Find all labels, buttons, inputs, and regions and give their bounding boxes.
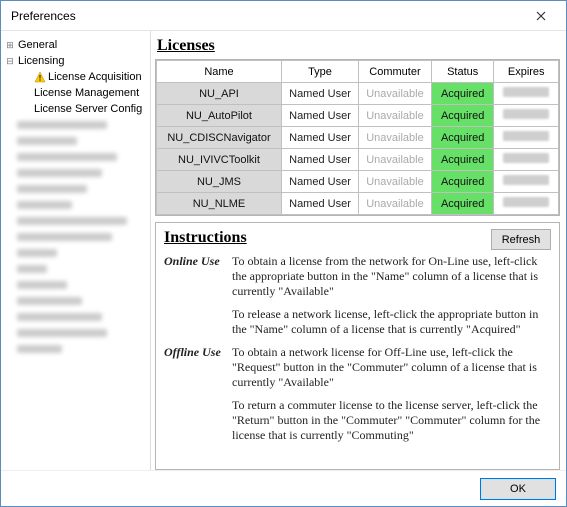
tree-item-redacted [3, 229, 148, 245]
tree-item-redacted [3, 149, 148, 165]
instruction-label [164, 307, 232, 337]
window-title: Preferences [11, 9, 76, 23]
tree-item-redacted [3, 309, 148, 325]
tree-label: Licensing [17, 53, 64, 69]
license-name-button[interactable]: NU_CDISCNavigator [157, 127, 282, 149]
col-name[interactable]: Name [157, 61, 282, 83]
tree-item-redacted [3, 261, 148, 277]
close-icon [536, 11, 546, 21]
license-type: Named User [281, 149, 358, 171]
refresh-button[interactable]: Refresh [491, 229, 551, 250]
preferences-window: Preferences ⊞ General ⊟ Licensing Licens… [0, 0, 567, 507]
license-expires [494, 105, 559, 127]
main-panel: Licenses Name Type Commuter Status [151, 31, 566, 470]
col-type[interactable]: Type [281, 61, 358, 83]
instruction-text: To return a commuter license to the lice… [232, 398, 551, 443]
ok-button[interactable]: OK [480, 478, 556, 500]
instructions-panel: Instructions Refresh Online UseTo obtain… [155, 222, 560, 470]
col-commuter[interactable]: Commuter [359, 61, 432, 83]
tree-item-redacted [3, 213, 148, 229]
col-status[interactable]: Status [431, 61, 493, 83]
license-expires [494, 193, 559, 215]
license-status: Acquired [431, 149, 493, 171]
table-row: NU_IVIVCToolkitNamed UserUnavailableAcqu… [157, 149, 559, 171]
instruction-row: To return a commuter license to the lice… [164, 398, 551, 443]
license-type: Named User [281, 83, 358, 105]
license-commuter: Unavailable [359, 149, 432, 171]
instruction-label [164, 398, 232, 443]
license-status: Acquired [431, 193, 493, 215]
license-status: Acquired [431, 127, 493, 149]
license-type: Named User [281, 105, 358, 127]
tree-item-redacted [3, 165, 148, 181]
tree-label: License Management [33, 85, 139, 101]
table-row: NU_AutoPilotNamed UserUnavailableAcquire… [157, 105, 559, 127]
tree-item-license-management[interactable]: License Management [3, 85, 148, 101]
nav-tree: ⊞ General ⊟ Licensing License Acquisitio… [1, 31, 151, 470]
col-expires[interactable]: Expires [494, 61, 559, 83]
licenses-table: Name Type Commuter Status Expires NU_API… [156, 60, 559, 215]
tree-item-redacted [3, 293, 148, 309]
tree-item-redacted [3, 277, 148, 293]
license-name-button[interactable]: NU_API [157, 83, 282, 105]
table-row: NU_JMSNamed UserUnavailableAcquired [157, 171, 559, 193]
instruction-label: Online Use [164, 254, 232, 299]
tree-item-redacted [3, 133, 148, 149]
table-row: NU_APINamed UserUnavailableAcquired [157, 83, 559, 105]
license-commuter: Unavailable [359, 171, 432, 193]
warning-icon [33, 70, 47, 84]
table-row: NU_NLMENamed UserUnavailableAcquired [157, 193, 559, 215]
table-header-row: Name Type Commuter Status Expires [157, 61, 559, 83]
license-commuter: Unavailable [359, 127, 432, 149]
tree-item-license-acquisition[interactable]: License Acquisition [3, 69, 148, 85]
license-type: Named User [281, 171, 358, 193]
licenses-scroll[interactable]: Name Type Commuter Status Expires NU_API… [156, 60, 559, 215]
license-status: Acquired [431, 83, 493, 105]
close-button[interactable] [524, 3, 558, 29]
license-commuter: Unavailable [359, 105, 432, 127]
instruction-label: Offline Use [164, 345, 232, 390]
license-type: Named User [281, 193, 358, 215]
tree-label: License Acquisition [47, 69, 142, 85]
instruction-row: Online UseTo obtain a license from the n… [164, 254, 551, 299]
license-name-button[interactable]: NU_IVIVCToolkit [157, 149, 282, 171]
instruction-row: Offline UseTo obtain a network license f… [164, 345, 551, 390]
tree-item-redacted [3, 117, 148, 133]
instruction-text: To obtain a license from the network for… [232, 254, 551, 299]
license-name-button[interactable]: NU_AutoPilot [157, 105, 282, 127]
instruction-row: To release a network license, left-click… [164, 307, 551, 337]
table-row: NU_CDISCNavigatorNamed UserUnavailableAc… [157, 127, 559, 149]
license-status: Acquired [431, 105, 493, 127]
tree-item-redacted [3, 341, 148, 357]
tree-item-license-server-config[interactable]: License Server Config [3, 101, 148, 117]
instructions-heading: Instructions [164, 229, 247, 247]
collapse-icon[interactable]: ⊟ [3, 53, 17, 69]
tree-item-redacted [3, 245, 148, 261]
license-commuter: Unavailable [359, 193, 432, 215]
titlebar: Preferences [1, 1, 566, 31]
expand-icon[interactable]: ⊞ [3, 37, 17, 53]
tree-item-redacted [3, 325, 148, 341]
footer: OK [1, 470, 566, 506]
licenses-table-wrap: Name Type Commuter Status Expires NU_API… [155, 59, 560, 216]
license-expires [494, 149, 559, 171]
tree-item-redacted [3, 181, 148, 197]
license-name-button[interactable]: NU_NLME [157, 193, 282, 215]
license-name-button[interactable]: NU_JMS [157, 171, 282, 193]
instruction-text: To obtain a network license for Off-Line… [232, 345, 551, 390]
instruction-text: To release a network license, left-click… [232, 307, 551, 337]
license-expires [494, 171, 559, 193]
tree-label: General [17, 37, 57, 53]
tree-label: License Server Config [33, 101, 142, 117]
license-expires [494, 83, 559, 105]
body: ⊞ General ⊟ Licensing License Acquisitio… [1, 31, 566, 470]
license-type: Named User [281, 127, 358, 149]
tree-item-redacted [3, 197, 148, 213]
tree-item-general[interactable]: ⊞ General [3, 37, 148, 53]
licenses-heading: Licenses [157, 37, 558, 55]
license-expires [494, 127, 559, 149]
tree-item-licensing[interactable]: ⊟ Licensing [3, 53, 148, 69]
license-commuter: Unavailable [359, 83, 432, 105]
license-status: Acquired [431, 171, 493, 193]
